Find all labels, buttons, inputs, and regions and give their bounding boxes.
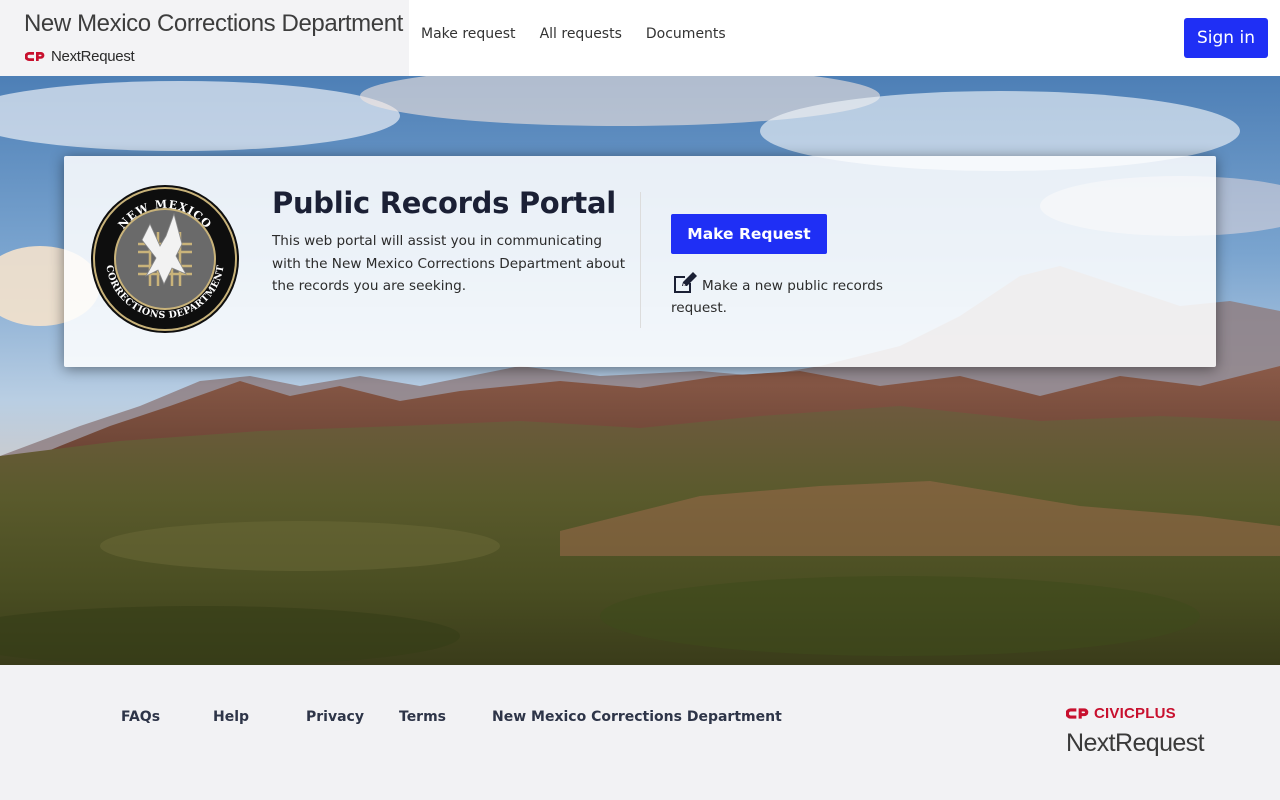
footer-link-agency[interactable]: New Mexico Corrections Department [492, 709, 782, 725]
hero-section: NEW MEXICO CORRECTIONS DEPARTMENT Public… [0, 76, 1280, 665]
footer-link-help[interactable]: Help [213, 709, 249, 725]
brand-block[interactable]: New Mexico Corrections Department NextRe… [0, 0, 409, 76]
portal-intro-card: NEW MEXICO CORRECTIONS DEPARTMENT Public… [64, 156, 1216, 367]
portal-description: This web portal will assist you in commu… [272, 233, 626, 294]
civicplus-logo-text: CIVICPLUS [1094, 705, 1176, 722]
civicplus-logo-icon [25, 52, 45, 61]
footer-nextrequest-text: NextRequest [1066, 729, 1205, 757]
nextrequest-logo: NextRequest [25, 48, 135, 65]
nav-documents[interactable]: Documents [646, 26, 726, 42]
page-title: Public Records Portal [272, 186, 616, 220]
footer-link-faqs[interactable]: FAQs [121, 709, 160, 725]
footer-link-terms[interactable]: Terms [399, 709, 446, 725]
sign-in-button[interactable]: Sign in [1184, 18, 1268, 58]
edit-icon [674, 272, 697, 293]
main-nav: Make request All requests Documents [421, 26, 726, 42]
civicplus-logo-icon [1066, 708, 1089, 719]
nextrequest-logo-text: NextRequest [51, 48, 135, 65]
make-request-note-text: Make a new public records request. [671, 278, 883, 316]
card-divider [640, 192, 641, 328]
nav-all-requests[interactable]: All requests [540, 26, 622, 42]
site-footer: FAQs Help Privacy Terms New Mexico Corre… [0, 665, 1280, 800]
nav-make-request[interactable]: Make request [421, 26, 516, 42]
civicplus-logo[interactable]: CIVICPLUS [1066, 705, 1176, 722]
corrections-department-seal: NEW MEXICO CORRECTIONS DEPARTMENT [91, 185, 239, 333]
site-header: New Mexico Corrections Department NextRe… [0, 0, 1280, 76]
footer-link-privacy[interactable]: Privacy [306, 709, 364, 725]
agency-name[interactable]: New Mexico Corrections Department [24, 10, 403, 38]
make-request-button[interactable]: Make Request [671, 214, 827, 254]
make-request-note: Make a new public records request. [671, 270, 911, 319]
